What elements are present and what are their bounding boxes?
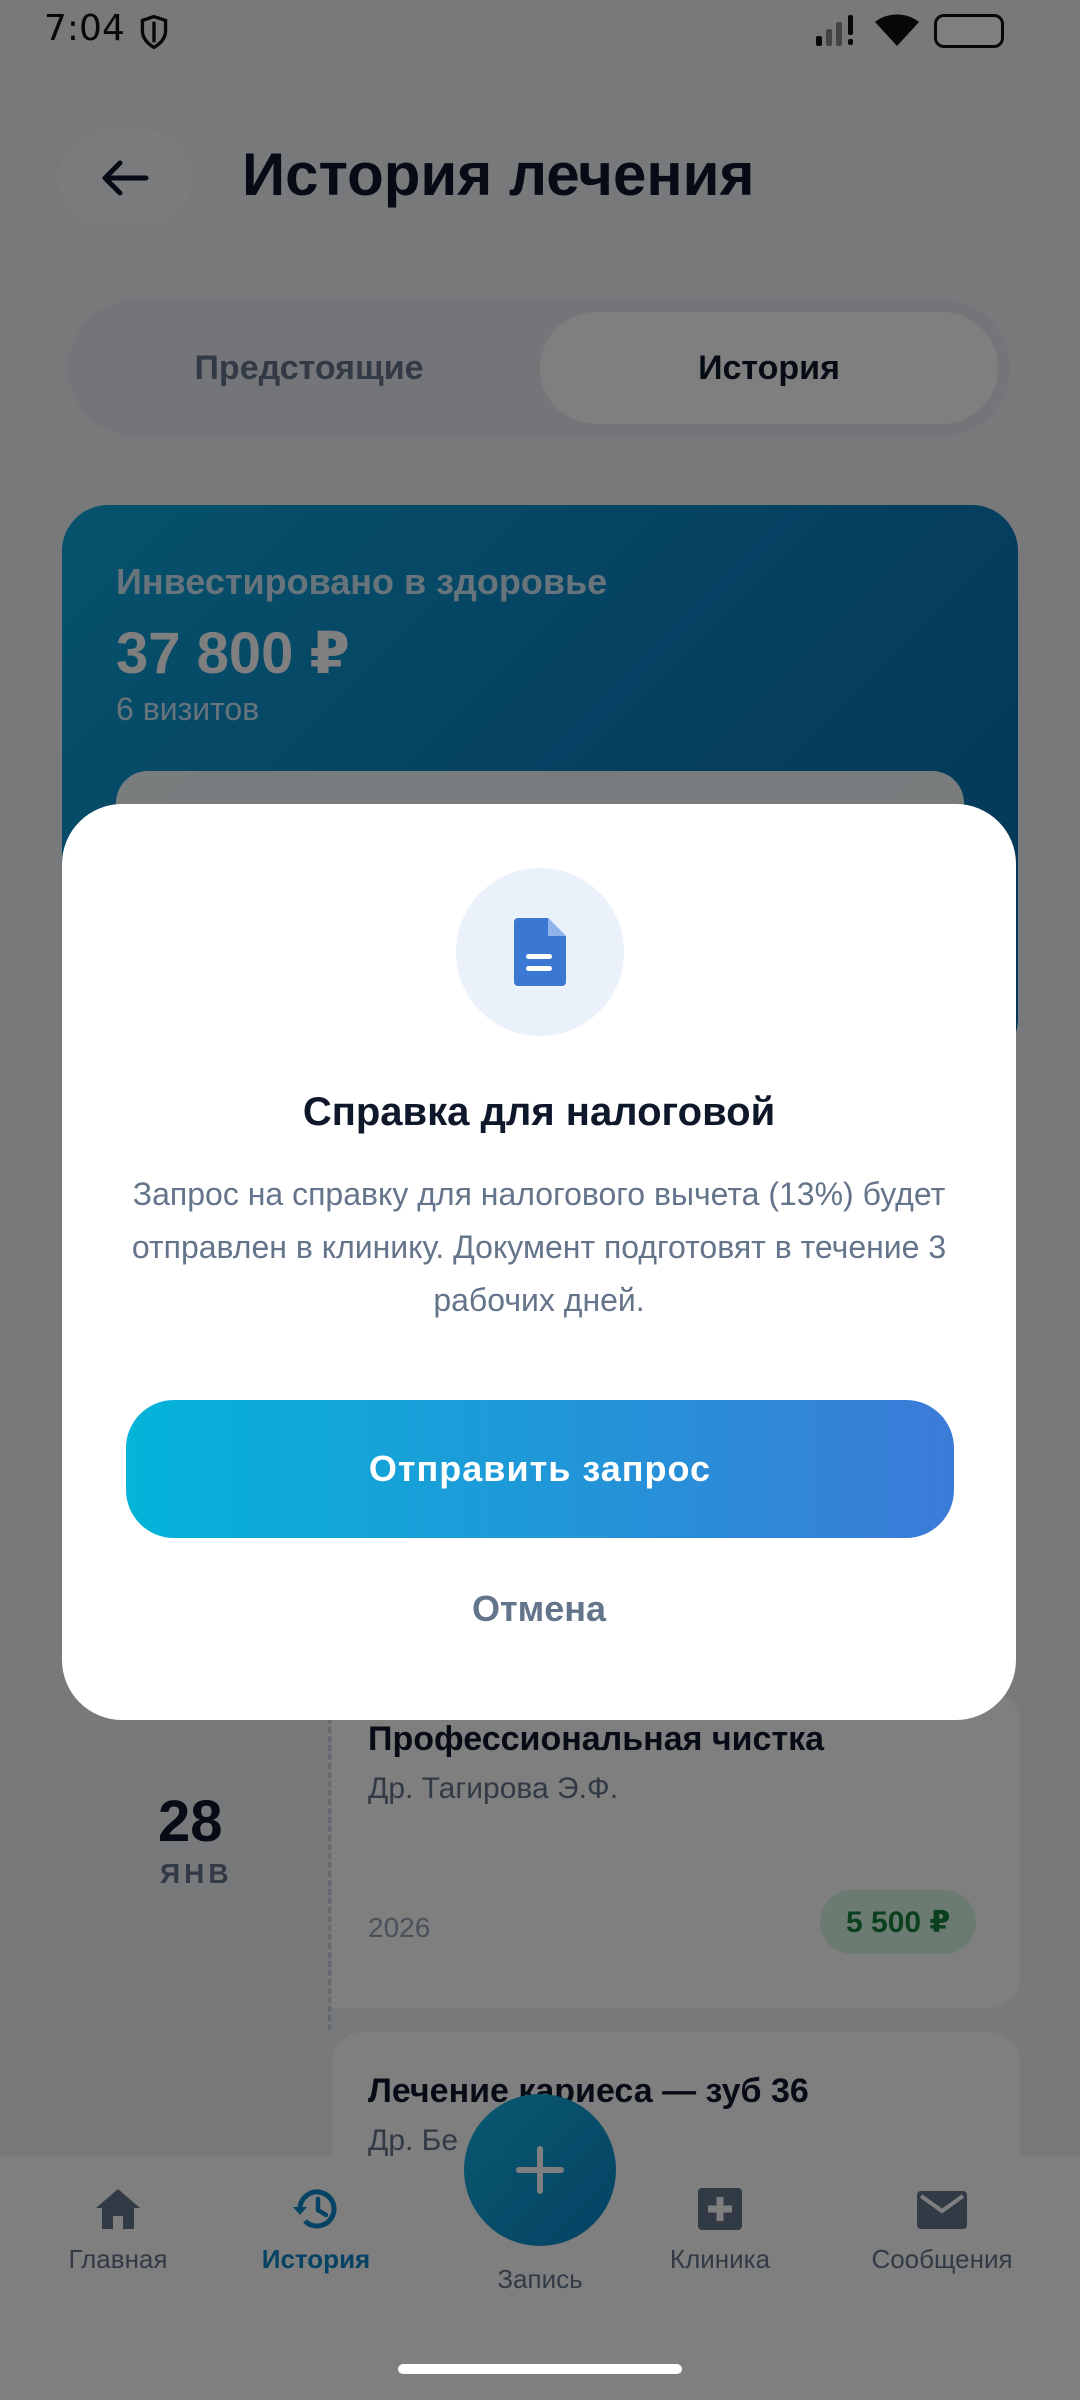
dialog-title: Справка для налоговой — [302, 1090, 776, 1134]
document-icon — [514, 918, 566, 986]
dialog-icon-circle — [456, 868, 624, 1036]
tax-certificate-dialog: Справка для налоговой Запрос на справку … — [62, 804, 1016, 1720]
send-request-button[interactable]: Отправить запрос — [126, 1400, 954, 1538]
cancel-button[interactable]: Отмена — [62, 1588, 1016, 1630]
home-indicator[interactable] — [398, 2364, 682, 2374]
dialog-message: Запрос на справку для налогового вычета … — [131, 1176, 947, 1318]
